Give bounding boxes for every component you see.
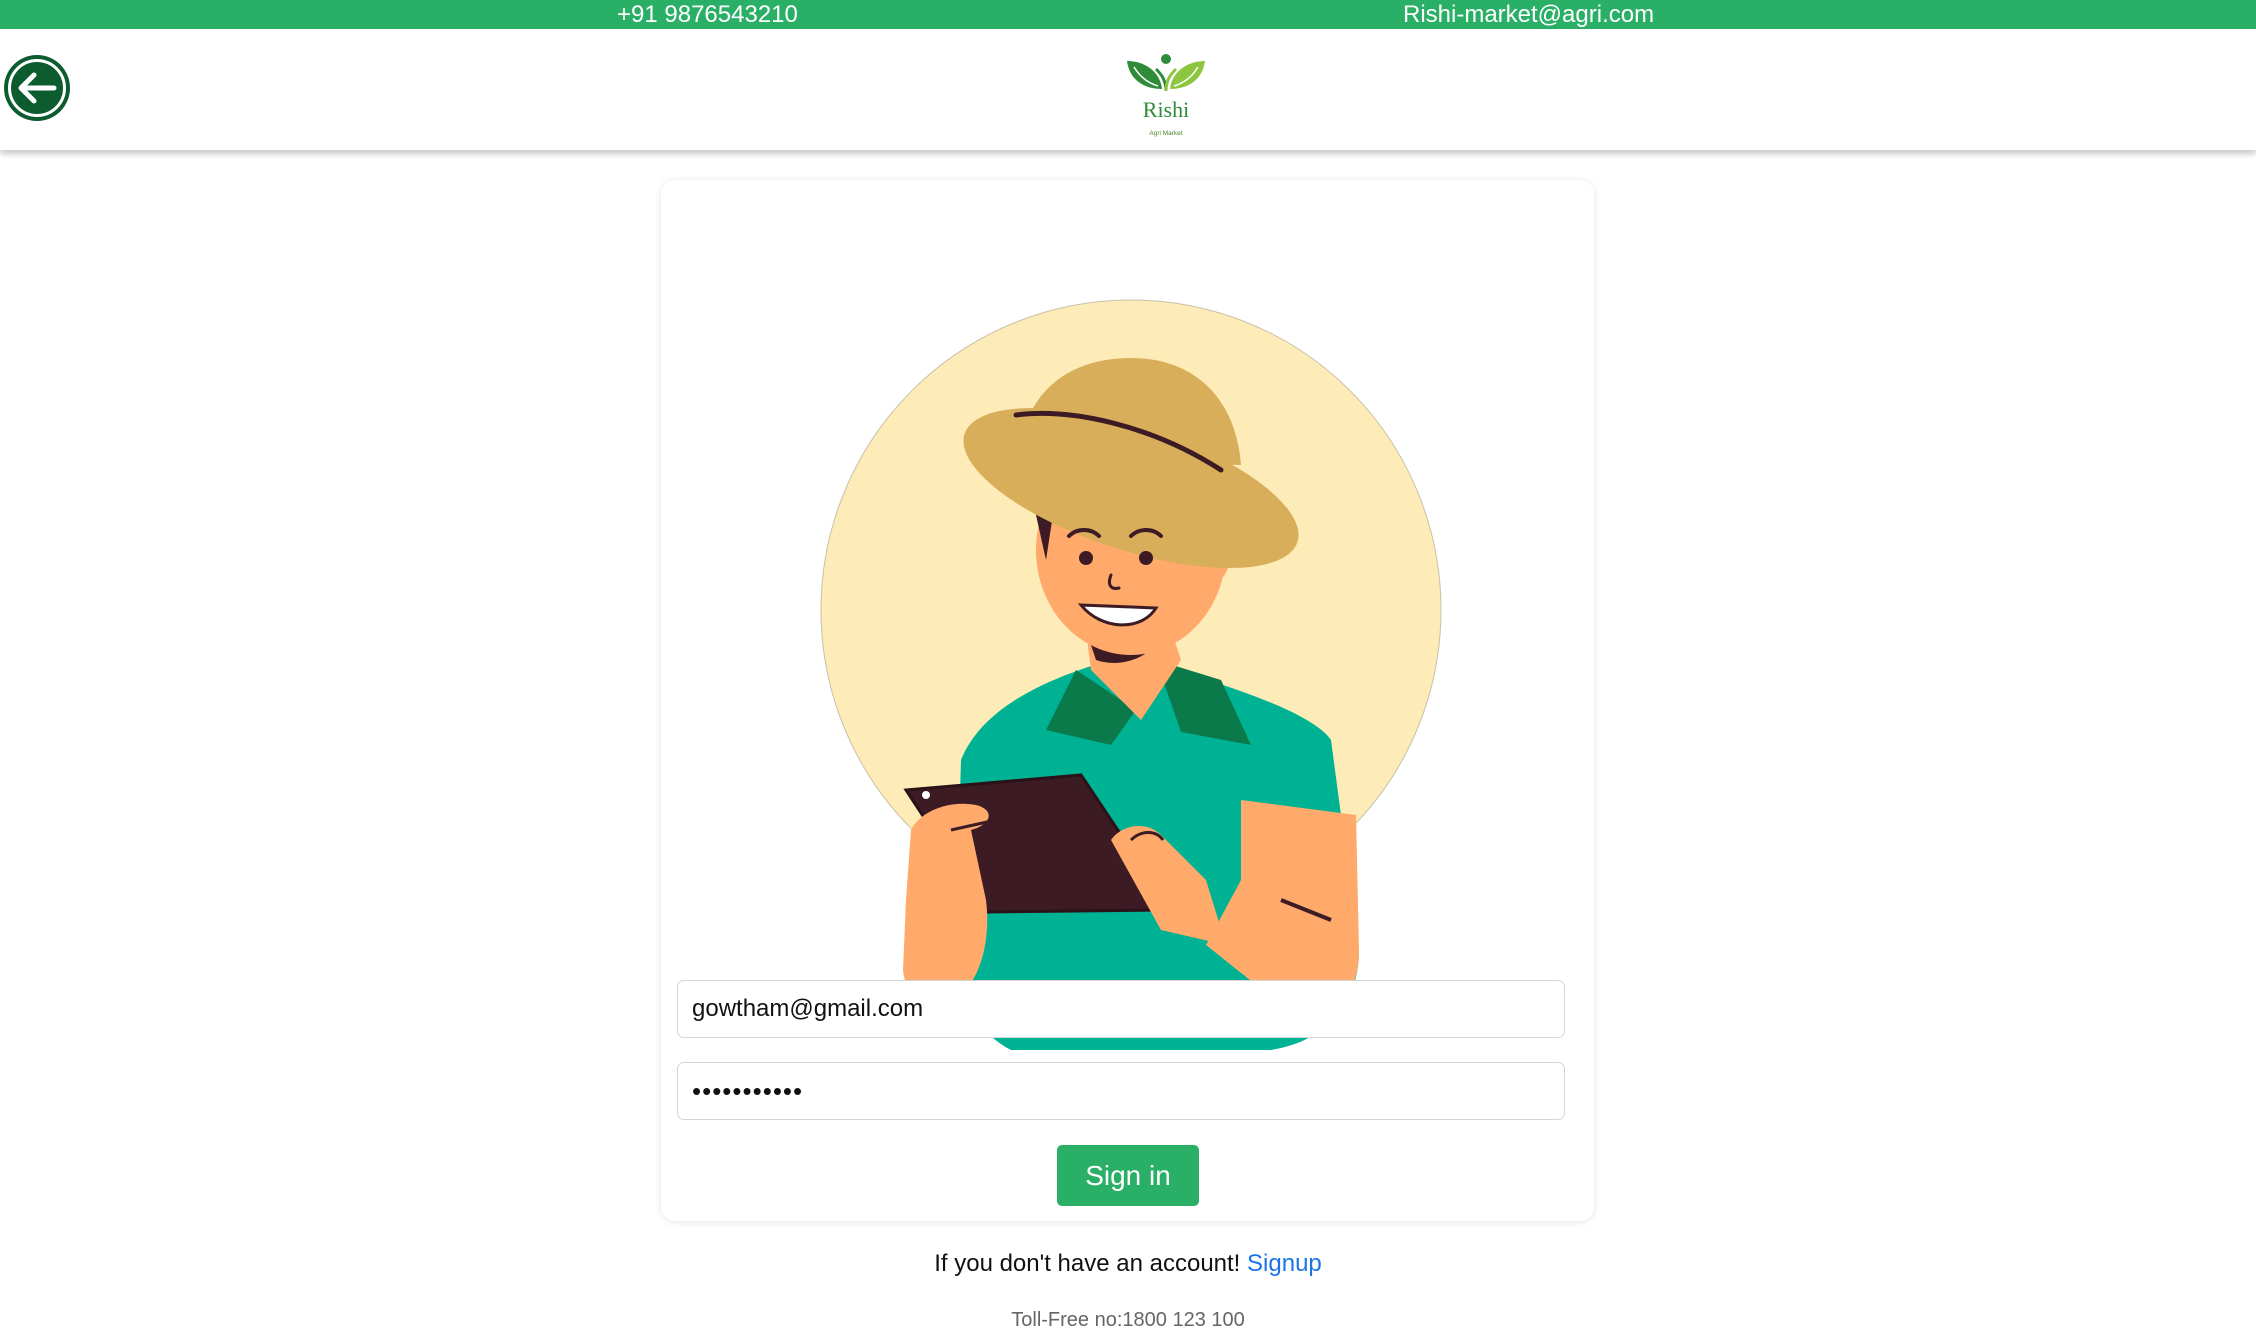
sprout-leaves-icon — [1127, 54, 1205, 92]
signup-prompt: If you don't have an account! Signup — [0, 1250, 2256, 1278]
tollfree-number: Toll-Free no:1800 123 100 — [1011, 1309, 1245, 1331]
signin-button[interactable]: Sign in — [1057, 1145, 1199, 1206]
contact-email: Rishi-market@agri.com — [1403, 1, 1655, 28]
back-button[interactable] — [2, 53, 72, 123]
rishi-logo[interactable]: Rishi Agri Market — [1118, 39, 1214, 143]
login-card: Sign in — [661, 180, 1594, 1221]
contact-phone: +91 9876543210 — [617, 1, 798, 28]
top-contact-bar: +91 9876543210 Rishi-market@agri.com — [0, 0, 2256, 29]
farmer-with-tablet-illustration — [820, 299, 1442, 1050]
password-input[interactable] — [677, 1062, 1565, 1120]
logo-name: Rishi — [1143, 97, 1189, 122]
email-input[interactable] — [677, 980, 1565, 1038]
site-header: Rishi Agri Market — [0, 29, 2256, 150]
signup-link[interactable]: Signup — [1247, 1250, 1322, 1277]
arrow-left-circle-icon — [4, 55, 70, 121]
logo-tagline: Agri Market — [1149, 130, 1182, 137]
signup-prompt-text: If you don't have an account! — [934, 1250, 1241, 1277]
